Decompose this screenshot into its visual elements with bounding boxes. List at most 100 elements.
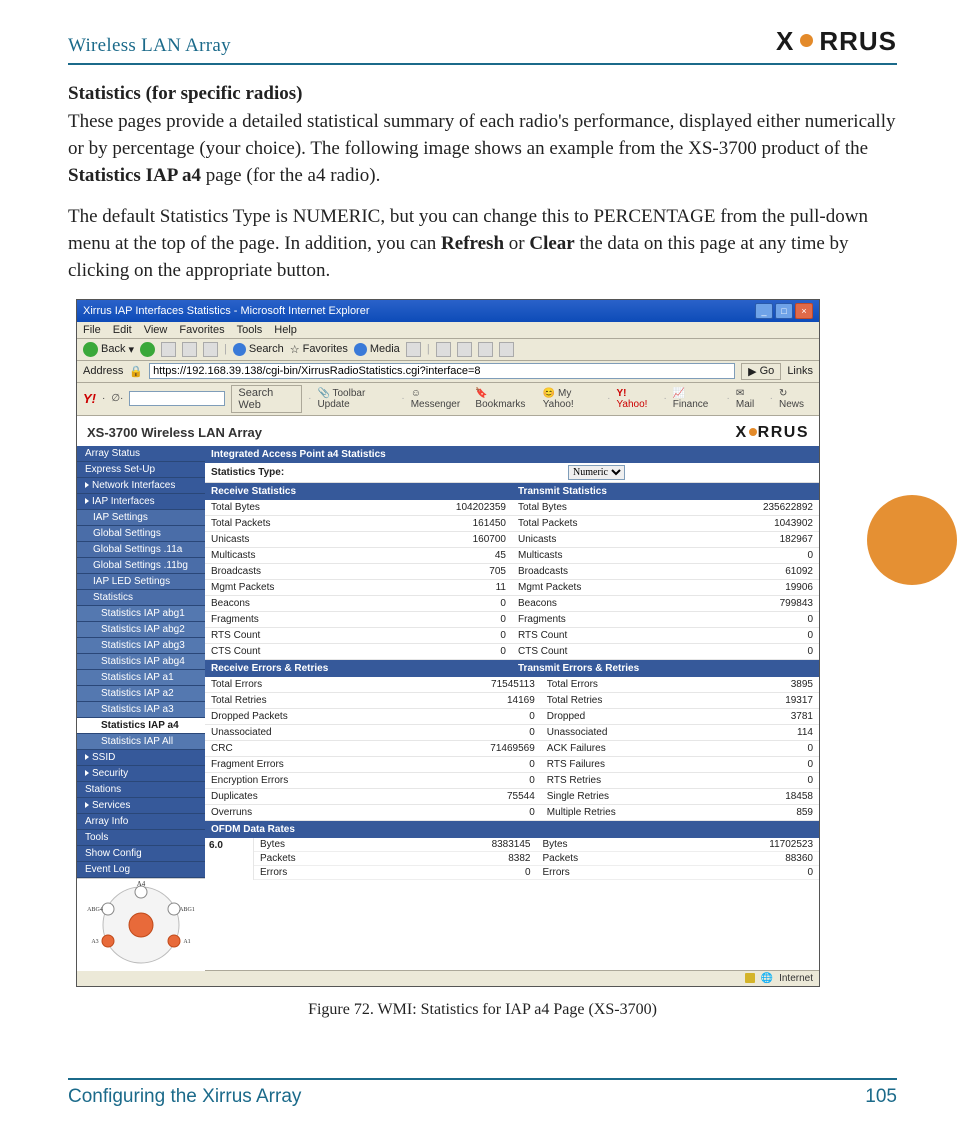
refresh-button[interactable] xyxy=(182,342,197,357)
table-row: CRC71469569ACK Failures0 xyxy=(205,740,819,756)
sidebar-item[interactable]: Statistics IAP abg4 xyxy=(77,654,205,670)
lock-icon xyxy=(745,973,755,983)
sidebar-item[interactable]: Services xyxy=(77,798,205,814)
sidebar-item[interactable]: Statistics IAP abg1 xyxy=(77,606,205,622)
sidebar-item[interactable]: IAP Interfaces xyxy=(77,494,205,510)
yahoo-search-input[interactable] xyxy=(129,391,225,406)
table-row: Packets8382Packets88360 xyxy=(254,852,819,866)
window-titlebar: Xirrus IAP Interfaces Statistics - Micro… xyxy=(77,300,819,322)
footer-section: Configuring the Xirrus Array xyxy=(68,1086,301,1108)
figure-caption: Figure 72. WMI: Statistics for IAP a4 Pa… xyxy=(68,1001,897,1019)
page-icon: 🔒 xyxy=(129,365,143,378)
sidebar-item[interactable]: Statistics xyxy=(77,590,205,606)
maximize-button[interactable]: □ xyxy=(775,303,793,319)
ybar-news[interactable]: ↻ News xyxy=(779,388,813,410)
ybar-yahoo[interactable]: Y! Yahoo! xyxy=(616,388,657,410)
table-row: Total Retries14169Total Retries19317 xyxy=(205,692,819,708)
table-row: Multicasts45Multicasts0 xyxy=(205,547,819,563)
links-label[interactable]: Links xyxy=(787,365,813,377)
table-row: Unassociated0Unassociated114 xyxy=(205,724,819,740)
menu-view[interactable]: View xyxy=(144,324,168,336)
edit-button[interactable] xyxy=(478,342,493,357)
sidebar-item[interactable]: Statistics IAP a4 xyxy=(77,718,205,734)
sidebar-item[interactable]: Array Info xyxy=(77,814,205,830)
sidebar-item[interactable]: Global Settings .11a xyxy=(77,542,205,558)
sidebar-item[interactable]: Statistics IAP abg2 xyxy=(77,622,205,638)
sidebar-item[interactable]: Statistics IAP a1 xyxy=(77,670,205,686)
menu-tools[interactable]: Tools xyxy=(237,324,263,336)
table-row: Bytes8383145Bytes11702523 xyxy=(254,838,819,852)
paragraph-1: These pages provide a detailed statistic… xyxy=(68,109,897,190)
sidebar-item[interactable]: Statistics IAP a2 xyxy=(77,686,205,702)
search-button[interactable]: Search xyxy=(233,343,284,356)
ybar-my-yahoo[interactable]: 😊 My Yahoo! xyxy=(543,388,601,410)
sidebar-item[interactable]: Event Log xyxy=(77,862,205,878)
sidebar-item[interactable]: IAP LED Settings xyxy=(77,574,205,590)
logo-dot-icon xyxy=(749,428,757,436)
address-bar: Address 🔒 ▶ Go Links xyxy=(77,361,819,383)
yahoo-logo-icon: Y! xyxy=(83,391,96,406)
table-row: Mgmt Packets11Mgmt Packets19906 xyxy=(205,579,819,595)
ybar-mail[interactable]: ✉ Mail xyxy=(736,388,764,410)
stop-button[interactable] xyxy=(161,342,176,357)
tab-accent-circle xyxy=(867,495,957,585)
svg-text:ABG1: ABG1 xyxy=(179,907,195,913)
back-button[interactable]: Back ▾ xyxy=(83,342,134,357)
receive-stats-header: Receive Statistics xyxy=(205,483,512,500)
statistics-type-row: Statistics Type: Numeric xyxy=(205,463,819,483)
history-button[interactable] xyxy=(406,342,421,357)
menu-file[interactable]: File xyxy=(83,324,101,336)
ybar-finance[interactable]: 📈 Finance xyxy=(673,388,721,410)
sidebar-item[interactable]: Express Set-Up xyxy=(77,462,205,478)
sidebar-item[interactable]: Array Status xyxy=(77,446,205,462)
mail-button[interactable] xyxy=(436,342,451,357)
home-button[interactable] xyxy=(203,342,218,357)
sidebar-item[interactable]: Stations xyxy=(77,782,205,798)
menu-favorites[interactable]: Favorites xyxy=(179,324,224,336)
table-row: Total Packets161450Total Packets1043902 xyxy=(205,515,819,531)
media-button[interactable]: Media xyxy=(354,343,400,356)
address-input[interactable] xyxy=(149,363,735,379)
table-row: Fragment Errors0RTS Failures0 xyxy=(205,756,819,772)
back-icon xyxy=(83,342,98,357)
favorites-button[interactable]: ☆ Favorites xyxy=(290,343,348,356)
svg-text:A1: A1 xyxy=(183,939,190,945)
ybar-messenger[interactable]: ☺ Messenger xyxy=(411,388,470,410)
sidebar-item[interactable]: Network Interfaces xyxy=(77,478,205,494)
forward-button[interactable] xyxy=(140,342,155,357)
statistics-type-select[interactable]: Numeric xyxy=(568,465,625,480)
ybar-toolbar-update[interactable]: 📎 Toolbar Update xyxy=(317,388,395,410)
table-row: Dropped Packets0Dropped3781 xyxy=(205,708,819,724)
sidebar-item[interactable]: Statistics IAP All xyxy=(77,734,205,750)
svg-text:ABG4: ABG4 xyxy=(87,907,103,913)
sidebar-item[interactable]: Global Settings xyxy=(77,526,205,542)
ybar-bookmarks[interactable]: 🔖 Bookmarks xyxy=(475,388,536,410)
go-button[interactable]: ▶ Go xyxy=(741,363,781,380)
transmit-errors-header: Transmit Errors & Retries xyxy=(512,660,819,677)
discuss-button[interactable] xyxy=(499,342,514,357)
ie-status-bar: 🌐 Internet xyxy=(77,970,819,986)
xirrus-logo: X RRUS xyxy=(776,26,897,57)
receive-errors-header: Receive Errors & Retries xyxy=(205,660,512,677)
sidebar-item[interactable]: Tools xyxy=(77,830,205,846)
table-row: Total Errors71545113Total Errors3895 xyxy=(205,677,819,693)
sidebar-item[interactable]: Show Config xyxy=(77,846,205,862)
sidebar-item[interactable]: IAP Settings xyxy=(77,510,205,526)
svg-text:A3: A3 xyxy=(91,939,98,945)
print-button[interactable] xyxy=(457,342,472,357)
sidebar-item[interactable]: Security xyxy=(77,766,205,782)
sidebar-item[interactable]: Global Settings .11bg xyxy=(77,558,205,574)
minimize-button[interactable]: _ xyxy=(755,303,773,319)
panel-title: Integrated Access Point a4 Statistics xyxy=(205,446,819,463)
page-number: 105 xyxy=(865,1086,897,1108)
sidebar-item[interactable]: Statistics IAP a3 xyxy=(77,702,205,718)
sidebar-item[interactable]: SSID xyxy=(77,750,205,766)
close-button[interactable]: × xyxy=(795,303,813,319)
menu-edit[interactable]: Edit xyxy=(113,324,132,336)
table-row: Encryption Errors0RTS Retries0 xyxy=(205,772,819,788)
table-row: Beacons0Beacons799843 xyxy=(205,595,819,611)
antenna-diagram: A4 ABG1 A1 ABG4 A3 xyxy=(77,878,205,971)
menu-help[interactable]: Help xyxy=(274,324,297,336)
yahoo-search-button[interactable]: Search Web xyxy=(231,385,302,413)
sidebar-item[interactable]: Statistics IAP abg3 xyxy=(77,638,205,654)
